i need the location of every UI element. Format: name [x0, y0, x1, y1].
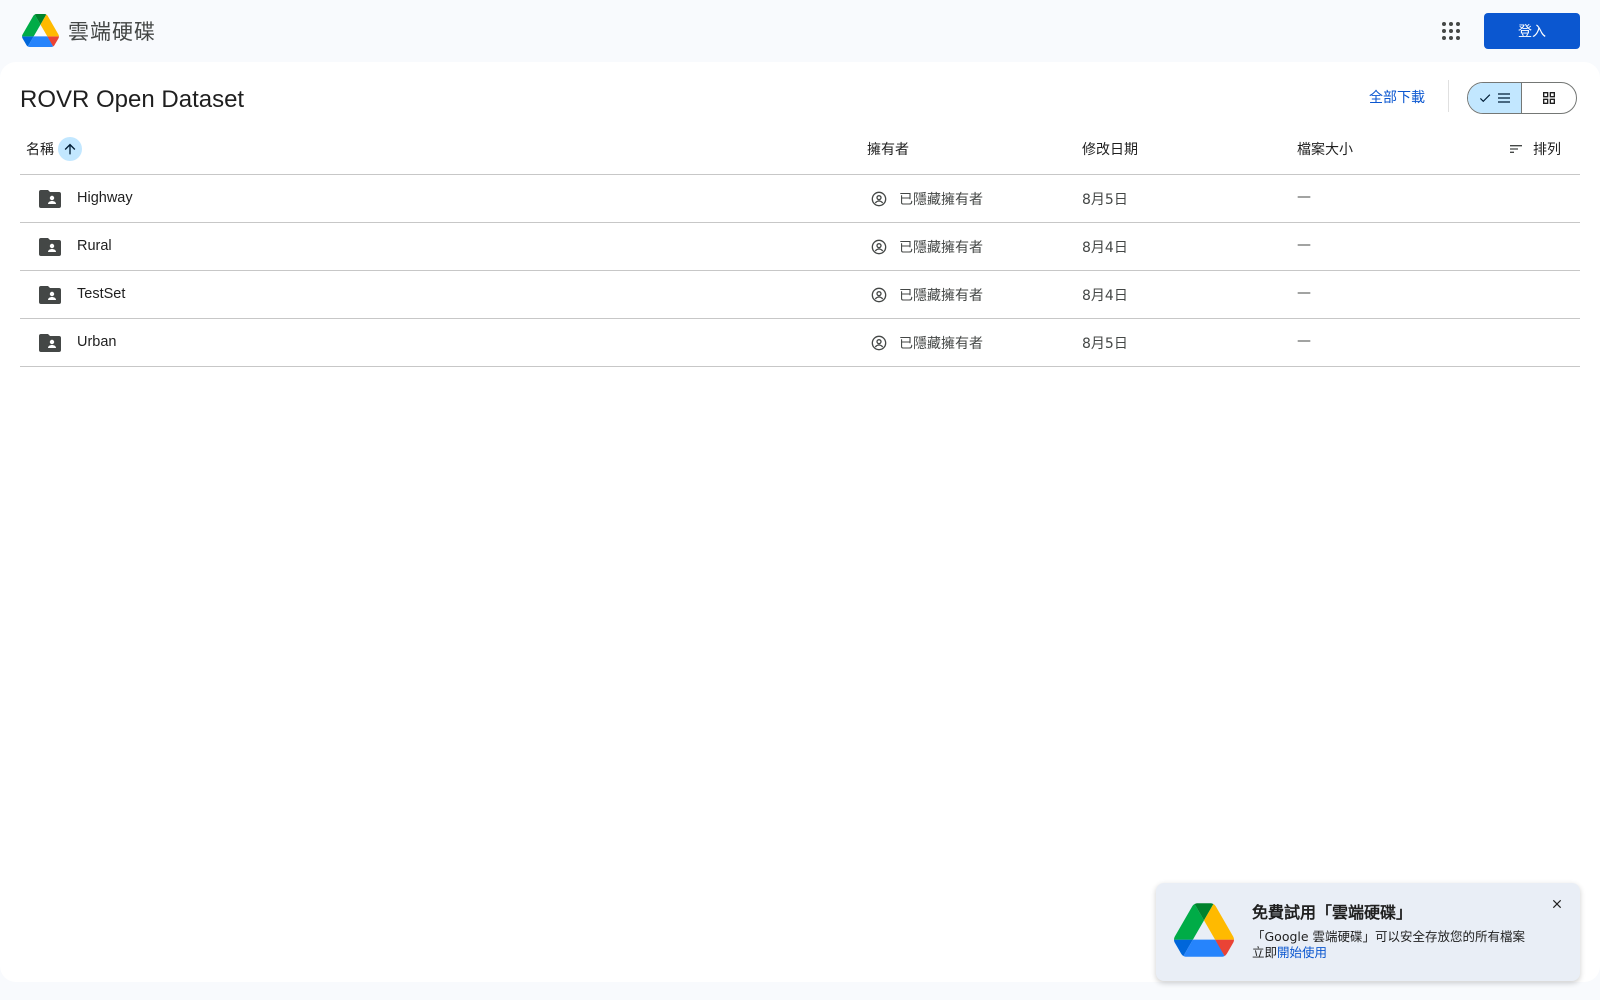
- file-owner: 已隱藏擁有者: [899, 192, 983, 208]
- owner-avatar-icon: [871, 239, 887, 255]
- sort-icon: [1510, 145, 1522, 153]
- file-size: —: [1297, 189, 1311, 205]
- promo-cta-prefix: 立即: [1252, 945, 1278, 960]
- file-owner: 已隱藏擁有者: [899, 336, 983, 352]
- promo-cta-line: 立即開始使用: [1252, 945, 1525, 961]
- google-drive-logo: [1174, 903, 1234, 957]
- toolbar-divider: [1448, 80, 1449, 112]
- check-icon: [1479, 94, 1490, 103]
- download-all-link[interactable]: 全部下載: [1369, 87, 1425, 107]
- file-size: —: [1297, 237, 1311, 253]
- file-list: Highway 已隱藏擁有者 8月5日 — Rural 已隱藏擁有者 8月4日 …: [20, 174, 1580, 367]
- file-owner: 已隱藏擁有者: [899, 240, 983, 256]
- grid-view-button[interactable]: [1522, 83, 1576, 113]
- shared-folder-icon: [39, 334, 61, 352]
- sort-button[interactable]: 排列: [1508, 136, 1561, 162]
- file-size: —: [1297, 285, 1311, 301]
- main-content: ROVR Open Dataset 全部下載 名稱 擁有者 修改日期 檔案大小 …: [0, 62, 1600, 982]
- sort-ascending-icon[interactable]: [58, 137, 82, 161]
- file-name: Rural: [77, 238, 112, 254]
- list-icon: [1497, 93, 1510, 103]
- grid-icon: [1543, 92, 1555, 104]
- owner-avatar-icon: [871, 287, 887, 303]
- table-row[interactable]: Rural 已隱藏擁有者 8月4日 —: [20, 223, 1580, 271]
- list-view-button[interactable]: [1468, 83, 1523, 113]
- file-modified: 8月4日: [1082, 240, 1128, 256]
- column-header-modified: 修改日期: [1082, 142, 1138, 158]
- table-row[interactable]: TestSet 已隱藏擁有者 8月4日 —: [20, 271, 1580, 319]
- file-name: TestSet: [77, 286, 126, 302]
- sort-label: 排列: [1533, 142, 1561, 158]
- file-modified: 8月5日: [1082, 336, 1128, 352]
- promo-title: 免費試用「雲端硬碟」: [1252, 903, 1413, 922]
- folder-title: ROVR Open Dataset: [20, 86, 245, 113]
- table-row[interactable]: Urban 已隱藏擁有者 8月5日 —: [20, 319, 1580, 367]
- owner-avatar-icon: [871, 335, 887, 351]
- app-title: 雲端硬碟: [68, 20, 156, 44]
- promo-description: 「Google 雲端硬碟」可以安全存放您的所有檔案: [1252, 929, 1526, 944]
- column-header-size: 檔案大小: [1297, 142, 1353, 158]
- file-modified: 8月4日: [1082, 288, 1128, 304]
- owner-avatar-icon: [871, 191, 887, 207]
- file-modified: 8月5日: [1082, 192, 1128, 208]
- promo-body: 「Google 雲端硬碟」可以安全存放您的所有檔案 立即開始使用: [1252, 929, 1525, 961]
- file-name: Highway: [77, 190, 133, 206]
- get-started-link[interactable]: 開始使用: [1277, 945, 1327, 960]
- column-header-name[interactable]: 名稱: [26, 136, 82, 162]
- file-owner: 已隱藏擁有者: [899, 288, 983, 304]
- view-toggle: [1467, 82, 1577, 114]
- close-icon[interactable]: [1550, 897, 1564, 911]
- column-header-owner: 擁有者: [867, 142, 909, 158]
- column-name-label: 名稱: [26, 142, 54, 158]
- promo-card: 免費試用「雲端硬碟」 「Google 雲端硬碟」可以安全存放您的所有檔案 立即開…: [1156, 883, 1580, 981]
- shared-folder-icon: [39, 190, 61, 208]
- sign-in-button[interactable]: 登入: [1484, 13, 1580, 49]
- table-row[interactable]: Highway 已隱藏擁有者 8月5日 —: [20, 175, 1580, 223]
- shared-folder-icon: [39, 238, 61, 256]
- top-bar: 雲端硬碟 登入: [0, 0, 1600, 62]
- apps-grid-icon[interactable]: [1439, 19, 1463, 43]
- file-name: Urban: [77, 334, 117, 350]
- google-drive-logo[interactable]: [22, 14, 59, 47]
- file-size: —: [1297, 333, 1311, 349]
- shared-folder-icon: [39, 286, 61, 304]
